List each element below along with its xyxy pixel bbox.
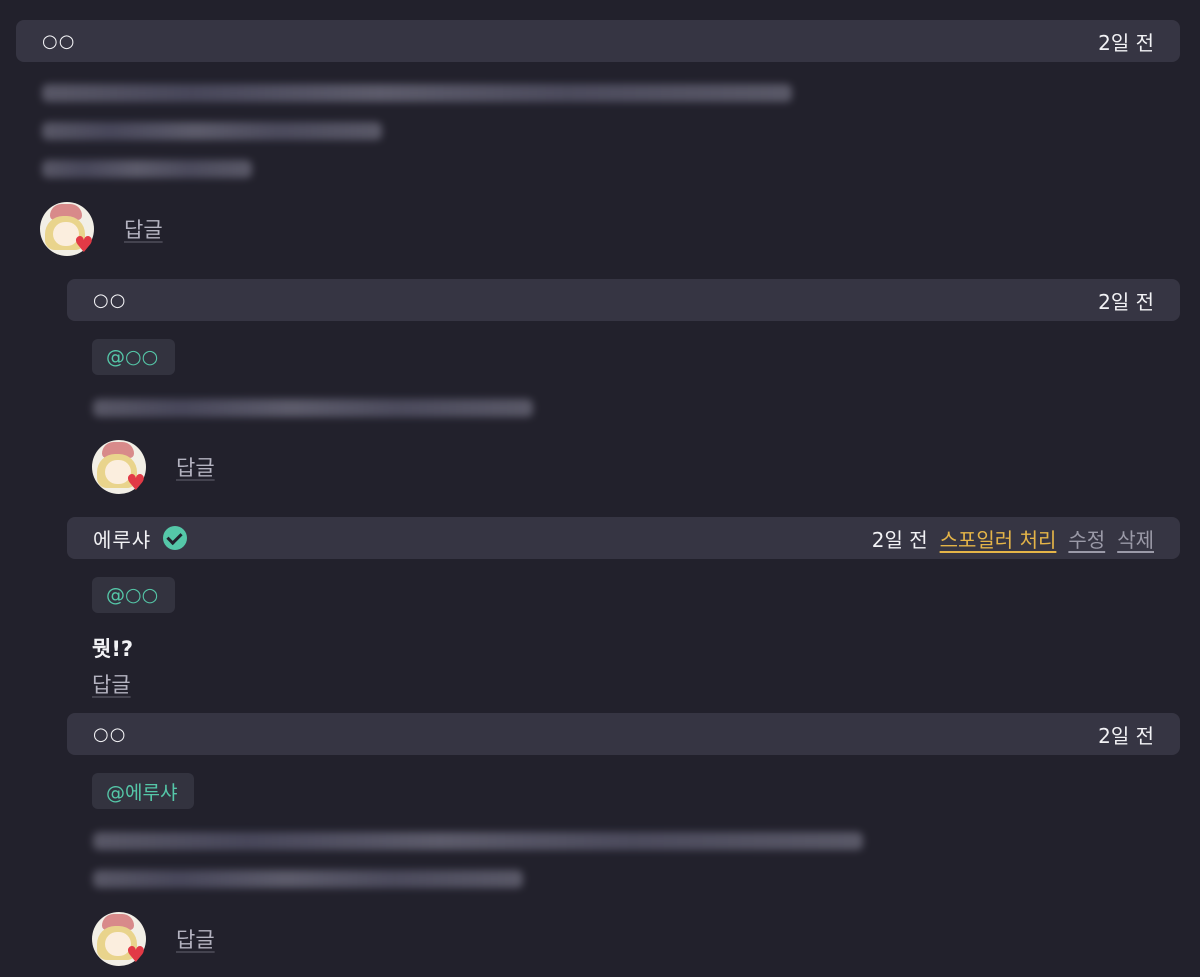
reply-button[interactable]: 답글 xyxy=(124,214,163,244)
reply-button[interactable]: 답글 xyxy=(176,924,215,954)
comment-header: ○○ 2일 전 xyxy=(16,20,1180,62)
mention-tag[interactable]: @○○ xyxy=(92,339,175,375)
reply-button[interactable]: 답글 xyxy=(92,669,131,699)
comment-meta: 2일 전 xyxy=(1098,286,1154,315)
mention-tag[interactable]: @에루샤 xyxy=(92,773,194,809)
author-name: 에루샤 xyxy=(93,527,152,552)
reply-button[interactable]: 답글 xyxy=(176,452,215,482)
comment-body-blurred xyxy=(42,84,792,198)
comment-time: 2일 전 xyxy=(1098,30,1154,55)
reply-row: ♥ 답글 xyxy=(92,912,215,968)
comment-header: 에루샤 2일 전 스포일러 처리 수정 삭제 xyxy=(67,517,1180,559)
comment-body-blurred xyxy=(93,832,863,908)
mention-tag[interactable]: @○○ xyxy=(92,577,175,613)
comment-header: ○○ 2일 전 xyxy=(67,713,1180,755)
comment-author: ○○ xyxy=(93,289,127,311)
reply-row: ♥ 답글 xyxy=(92,440,215,496)
comment-time: 2일 전 xyxy=(871,527,928,552)
avatar[interactable]: ♥ xyxy=(92,440,146,496)
comment-meta: 2일 전 xyxy=(1098,720,1154,749)
heart-icon: ♥ xyxy=(74,233,94,258)
heart-icon: ♥ xyxy=(126,943,146,968)
verified-check-icon xyxy=(163,526,188,550)
spoiler-button[interactable]: 스포일러 처리 xyxy=(940,524,1057,553)
comment-meta: 2일 전 xyxy=(1098,27,1154,56)
avatar[interactable]: ♥ xyxy=(92,912,146,968)
reply-row: ♥ 답글 xyxy=(40,202,163,258)
comment-body: 뭣!? xyxy=(92,637,134,661)
comment-author: ○○ xyxy=(42,30,76,52)
avatar[interactable]: ♥ xyxy=(40,202,94,258)
edit-button[interactable]: 수정 xyxy=(1068,524,1105,553)
comment-header: ○○ 2일 전 xyxy=(67,279,1180,321)
heart-icon: ♥ xyxy=(126,471,146,496)
comment-body-blurred xyxy=(93,399,533,437)
comment-time: 2일 전 xyxy=(1098,723,1154,748)
comment-meta: 2일 전 스포일러 처리 수정 삭제 xyxy=(872,524,1154,553)
comment-time: 2일 전 xyxy=(1098,289,1154,314)
comment-author: ○○ xyxy=(93,723,127,745)
delete-button[interactable]: 삭제 xyxy=(1117,524,1154,553)
comment-author: 에루샤 xyxy=(93,524,188,553)
